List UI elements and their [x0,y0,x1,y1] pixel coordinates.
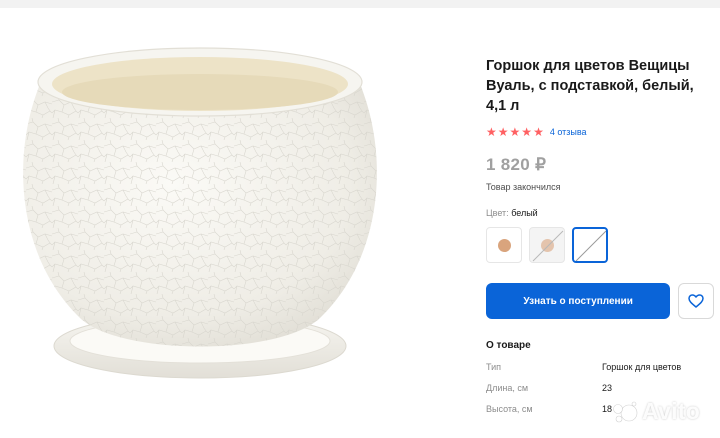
reviews-link[interactable]: 4 отзыва [550,127,587,137]
product-photo[interactable] [0,8,462,438]
spec-key: Длина, см [486,383,529,393]
spec-key: Высота, см [486,404,533,414]
star-icon: ★ [486,125,497,139]
unavailable-slash-icon [532,230,564,262]
color-label: Цвет: [486,208,509,218]
swatch-white-selected[interactable] [572,227,608,263]
notify-button[interactable]: Узнать о поступлении [486,283,671,319]
about-heading: О товаре [486,340,531,351]
swatch-terracotta-unavailable[interactable] [529,227,565,263]
stock-status: Товар закончился [486,182,561,192]
spec-value: 23 [602,383,613,393]
product-title: Горшок для цветов Вещицы Вуаль, с подста… [486,58,694,114]
spec-key: Тип [486,362,502,372]
star-icon: ★ [521,125,533,139]
star-icon: ★ [497,125,509,139]
star-icon: ★ [509,125,521,139]
heart-icon [688,294,704,308]
actions-row: Узнать о поступлении [486,283,714,319]
rating-row: ★ ★ ★ ★ ★ 4 отзыва [486,125,714,139]
watermark-text: Avito [642,398,701,424]
color-row: Цвет: белый [486,208,714,218]
spec-row: Тип Горшок для цветов [486,362,714,383]
star-icon: ★ [533,125,544,139]
spec-value: 18 [602,404,613,414]
product-info: Горшок для цветов Вещицы Вуаль, с подста… [486,56,714,425]
avito-logo-icon [613,401,638,422]
rating-stars: ★ ★ ★ ★ ★ [486,126,544,138]
color-swatches [486,227,714,263]
favorite-button[interactable] [678,283,714,319]
top-strip [0,0,720,8]
spec-value: Горшок для цветов [602,362,682,372]
swatch-terracotta[interactable] [486,227,522,263]
flower-pot-image [23,47,377,379]
color-dot [498,239,511,252]
unavailable-slash-icon [575,230,606,261]
color-value: белый [511,208,538,218]
avito-watermark: Avito [612,398,700,425]
price: 1 820 ₽ [486,155,547,174]
